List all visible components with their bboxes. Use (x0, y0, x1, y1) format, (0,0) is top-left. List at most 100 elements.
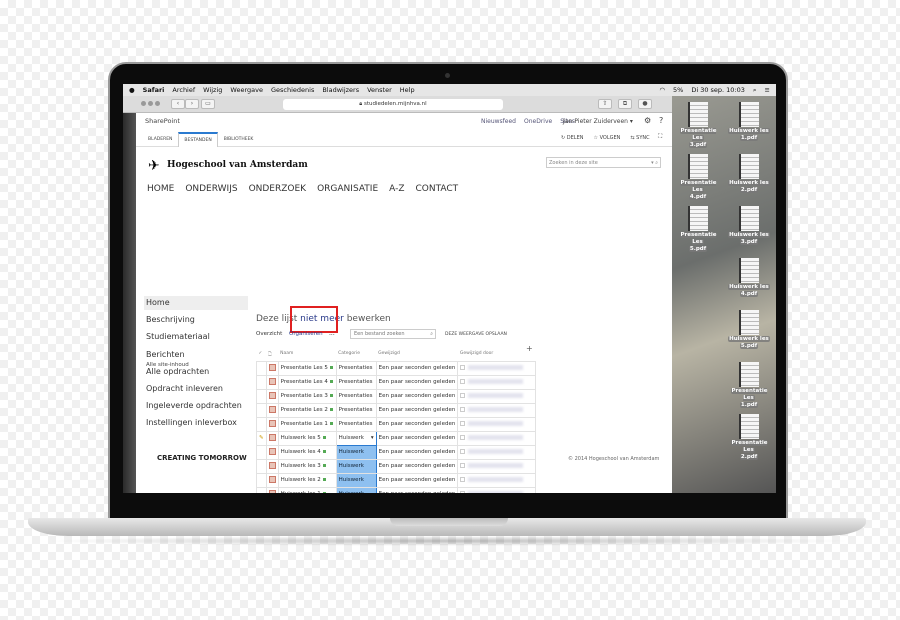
ribbon-tab-bladeren[interactable]: BLADEREN (142, 132, 178, 147)
table-row[interactable]: Presentatie Les 2 Presentaties Een paar se… (256, 402, 537, 418)
ribbon-action-delen[interactable]: ↻ DELEN (561, 135, 583, 141)
ribbon-action-sync[interactable]: ⇆ SYNC (630, 135, 649, 141)
name-cell[interactable]: Presentatie Les 1 (277, 416, 337, 432)
table-row[interactable]: Presentatie Les 4 Presentaties Een paar se… (256, 374, 537, 390)
category-cell[interactable]: Huiswerk (335, 472, 377, 488)
user-menu[interactable]: Jan-Pieter Zuiderveen ▾ (563, 118, 633, 125)
name-cell[interactable]: Huiswerk les 1 (277, 486, 337, 493)
category-cell[interactable]: Presentaties (335, 374, 377, 390)
sidebar-item[interactable]: Beschrijving (146, 315, 195, 324)
sidebar-item[interactable]: Ingeleverde opdrachten (146, 401, 242, 410)
name-cell[interactable]: Presentatie Les 3 (277, 388, 337, 404)
table-row[interactable]: Presentatie Les 5 Presentaties Een paar se… (256, 360, 537, 376)
desktop-file[interactable]: Presentatie Les 4.pdf (675, 154, 721, 201)
file-search-input[interactable]: Een bestand zoeken ⌕ (350, 329, 436, 339)
chevron-down-icon[interactable]: ▾ (371, 435, 374, 441)
category-dropdown[interactable]: Huiswerk ▾ (335, 430, 377, 446)
category-cell[interactable]: Presentaties (335, 416, 377, 432)
name-cell[interactable]: Presentatie Les 4 (277, 374, 337, 390)
edit-icon[interactable]: ✎ (256, 430, 267, 446)
name-cell[interactable]: Huiswerk les 4 (277, 444, 337, 460)
back-icon[interactable]: ‹ (171, 99, 185, 109)
row-select[interactable] (256, 402, 267, 418)
desktop-file[interactable]: Huiswerk les 5.pdf (726, 310, 772, 350)
zoom-button[interactable] (155, 101, 160, 106)
table-row[interactable]: Huiswerk les 1HuiswerkEen paar seconden … (256, 486, 537, 493)
suite-link-onedrive[interactable]: OneDrive (524, 118, 552, 125)
tabs-icon[interactable]: ⧉ (618, 99, 632, 109)
nav-contact[interactable]: CONTACT (416, 184, 459, 194)
row-select[interactable] (256, 374, 267, 390)
nav-organisatie[interactable]: ORGANISATIE (317, 184, 378, 194)
table-row[interactable]: Huiswerk les 2 Huiswerk Een paar seconden … (256, 472, 537, 488)
column-category[interactable]: Categorie (336, 347, 376, 361)
column-name[interactable]: Naam (278, 347, 336, 361)
focus-icon[interactable]: ⛶ (658, 133, 662, 141)
desktop-file[interactable]: Presentatie Les 2.pdf (726, 414, 772, 461)
row-select[interactable] (256, 388, 267, 404)
ribbon-tab-bestanden[interactable]: BESTANDEN (178, 132, 218, 147)
minimize-button[interactable] (148, 101, 153, 106)
sidebar-item[interactable]: Opdracht inleveren (146, 384, 223, 393)
share-icon[interactable]: ⇧ (598, 99, 612, 109)
apple-icon[interactable]: ● (129, 86, 135, 94)
name-cell[interactable]: Presentatie Les 2 (277, 402, 337, 418)
name-cell[interactable]: Huiswerk les 3 (277, 458, 337, 474)
nav-a-z[interactable]: A-Z (389, 184, 404, 194)
nav-onderzoek[interactable]: ONDERZOEK (249, 184, 307, 194)
row-select[interactable] (256, 416, 267, 432)
category-cell[interactable]: Presentaties (335, 360, 377, 376)
suite-link-nieuwsfeed[interactable]: Nieuwsfeed (481, 118, 516, 125)
sidebar-item[interactable]: Home (146, 298, 170, 307)
search-icon[interactable]: ▾ ⌕ (651, 160, 658, 166)
list-icon[interactable]: ≡ (765, 86, 770, 95)
clock[interactable]: Di 30 sep. 10:03 (691, 86, 745, 95)
menu-venster[interactable]: Venster (367, 86, 392, 94)
ribbon-action-volgen[interactable]: ☆ VOLGEN (593, 135, 620, 141)
row-select[interactable] (256, 472, 267, 488)
desktop-file[interactable]: Huiswerk les 4.pdf (726, 258, 772, 298)
search-icon[interactable]: ⌕ (430, 331, 433, 337)
sharepoint-brand[interactable]: SharePoint (145, 117, 180, 125)
menu-archief[interactable]: Archief (172, 86, 195, 94)
search-icon[interactable]: ⌕ (753, 86, 757, 95)
nav-home[interactable]: HOME (147, 184, 174, 194)
menu-geschiedenis[interactable]: Geschiedenis (271, 86, 314, 94)
nav-onderwijs[interactable]: ONDERWIJS (185, 184, 237, 194)
name-cell[interactable]: Presentatie Les 5 (277, 360, 337, 376)
menu-wijzig[interactable]: Wijzig (203, 86, 222, 94)
menu-safari[interactable]: Safari (143, 86, 165, 94)
save-view-button[interactable]: DEZE WEERGAVE OPSLAAN (445, 332, 507, 337)
menu-weergave[interactable]: Weergave (230, 86, 263, 94)
desktop-file[interactable]: Presentatie Les 1.pdf (726, 362, 772, 409)
close-button[interactable] (141, 101, 146, 106)
row-select[interactable] (256, 444, 267, 460)
table-row[interactable]: Presentatie Les 3 Presentaties Een paar se… (256, 388, 537, 404)
category-cell[interactable]: Huiswerk (335, 458, 377, 474)
desktop-file[interactable]: Huiswerk les 1.pdf (726, 102, 772, 142)
name-cell[interactable]: Huiswerk les 5 (277, 430, 337, 446)
more-views[interactable]: ... (329, 330, 335, 337)
desktop-file[interactable]: Presentatie Les 5.pdf (675, 206, 721, 253)
name-cell[interactable]: Huiswerk les 2 (277, 472, 337, 488)
table-row[interactable]: Huiswerk les 3 Huiswerk Een paar seconden … (256, 458, 537, 474)
column-modified-by[interactable]: Gewijzigd door (458, 347, 536, 361)
download-icon[interactable]: ● (638, 99, 652, 109)
all-site-content-link[interactable]: Alle site-inhoud (146, 362, 189, 368)
desktop-file[interactable]: Huiswerk les 2.pdf (726, 154, 772, 194)
sidebar-icon[interactable]: ▭ (201, 99, 215, 109)
table-row[interactable]: ✎ Huiswerk les 5 Huiswerk ▾ Een paar seconde… (256, 430, 537, 446)
category-cell[interactable]: Presentaties (335, 402, 377, 418)
row-select[interactable] (256, 360, 267, 376)
wifi-icon[interactable]: ◠ (659, 86, 665, 95)
ribbon-tab-bibliotheek[interactable]: BIBLIOTHEEK (218, 132, 260, 147)
forward-icon[interactable]: › (185, 99, 199, 109)
category-cell[interactable]: Presentaties (335, 388, 377, 404)
select-all-icon[interactable]: ✓ (257, 347, 267, 361)
desktop-file[interactable]: Huiswerk les 3.pdf (726, 206, 772, 246)
address-bar[interactable]: 🔒︎ studiedelen.mijnhva.nl (283, 99, 503, 110)
table-row[interactable]: Presentatie Les 1 Presentaties Een paar se… (256, 416, 537, 432)
view-overview[interactable]: Overzicht (256, 331, 282, 337)
gear-icon[interactable]: ⚙ (644, 116, 651, 125)
menu-help[interactable]: Help (400, 86, 415, 94)
